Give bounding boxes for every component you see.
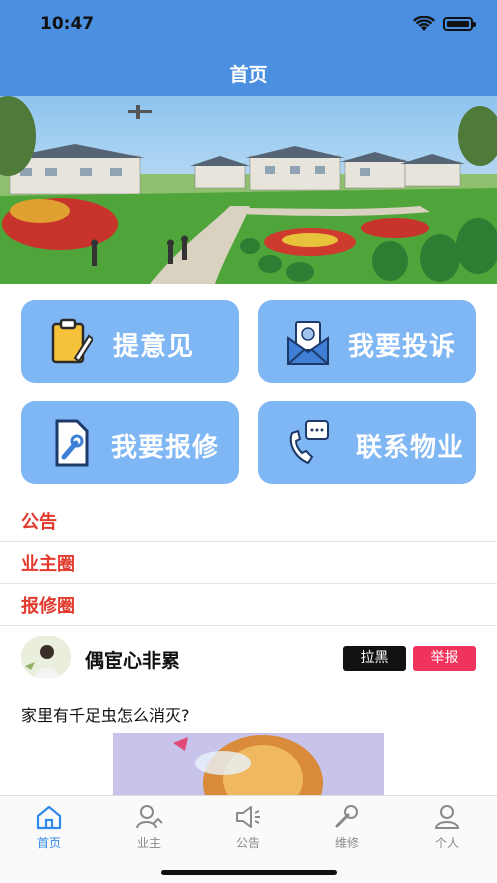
section-repair-circle[interactable]: 报修圈 [0,584,497,626]
contact-property-tile[interactable]: 联系物业 [258,401,476,484]
section-owner-circle-label: 业主圈 [21,554,75,575]
phone-chat-icon [289,420,329,465]
post-username[interactable]: 偶宦心非累 [85,646,180,673]
avatar[interactable] [21,636,71,678]
page-title: 首页 [229,64,268,86]
complaint-label: 我要投诉 [348,332,457,362]
clipboard-icon [51,318,93,364]
tab-profile-label: 个人 [434,836,459,850]
complaint-tile[interactable]: 我要投诉 [258,300,476,383]
tab-owner[interactable]: 业主 [119,804,179,851]
section-owner-circle[interactable]: 业主圈 [0,542,497,584]
post-photo [113,733,384,795]
owner-icon [136,805,163,829]
tab-owner-label: 业主 [136,836,161,850]
home-icon [36,805,62,830]
envelope-icon [287,321,329,365]
suggestion-label: 提意见 [113,332,195,362]
section-announcements-label: 公告 [21,512,57,533]
tab-profile[interactable]: 个人 [417,804,477,851]
wifi-icon [413,16,435,31]
contact-property-label: 联系物业 [356,433,465,463]
tab-repair-label: 维修 [334,836,359,850]
report-button[interactable]: 举报 [413,646,476,671]
tab-bar: 首页 业主 公告 维修 个人 [0,795,497,883]
post-text: 家里有千足虫怎么消灭? [21,706,190,725]
top-bar: 10:47 首页 [0,0,497,96]
tab-home[interactable]: 首页 [19,804,79,851]
community-banner[interactable] [0,96,497,284]
tab-home-label: 首页 [36,836,61,850]
home-indicator [161,870,337,875]
status-time: 10:47 [40,14,95,34]
status-icons [413,16,476,32]
battery-icon [443,17,476,31]
avatar-image [21,636,71,678]
post-image[interactable] [113,733,384,795]
wrench-document-icon [55,419,89,467]
tab-announcements[interactable]: 公告 [218,804,278,851]
person-icon [434,805,460,829]
repair-tile[interactable]: 我要报修 [21,401,239,484]
megaphone-icon [236,806,260,828]
tab-repair[interactable]: 维修 [317,804,377,851]
repair-label: 我要报修 [111,433,220,463]
block-button[interactable]: 拉黑 [343,646,406,671]
tab-announcements-label: 公告 [235,836,260,850]
suggestion-tile[interactable]: 提意见 [21,300,239,383]
community-illustration [0,96,497,284]
wrench-icon [335,805,358,828]
section-repair-circle-label: 报修圈 [21,596,75,617]
section-announcements[interactable]: 公告 [0,500,497,542]
